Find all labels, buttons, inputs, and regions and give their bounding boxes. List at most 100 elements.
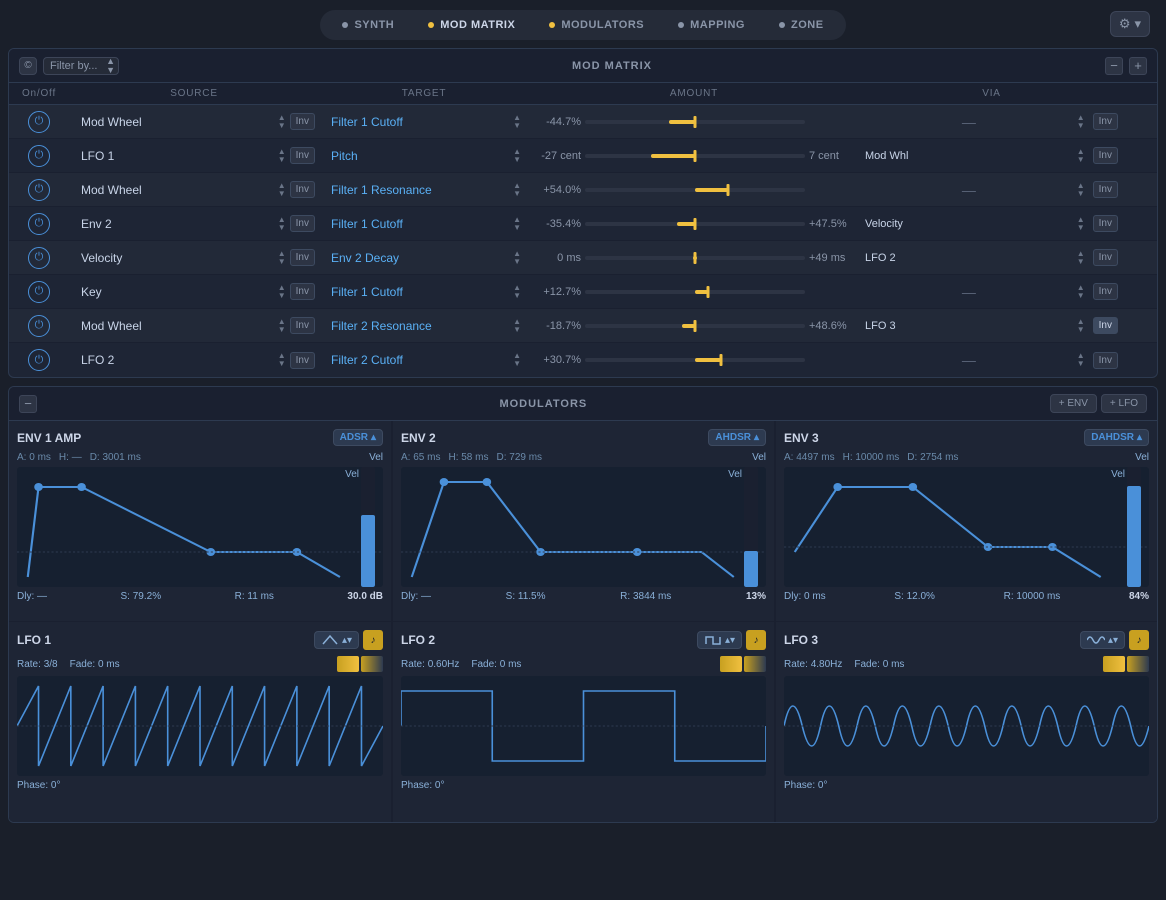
source-arrows-icon[interactable]: ▲▼ (278, 284, 286, 300)
power-button[interactable]: ⏻ (28, 213, 50, 235)
target-arrows-icon[interactable]: ▲▼ (513, 182, 521, 198)
via-arrows-icon[interactable]: ▲▼ (1077, 148, 1085, 164)
source-label: Mod Wheel (73, 319, 278, 333)
inv-source-button[interactable]: Inv (290, 113, 315, 130)
lfo1-fade-up-button[interactable] (337, 656, 359, 672)
target-arrows-icon[interactable]: ▲▼ (513, 284, 521, 300)
col-header-onoff: On/Off (9, 88, 69, 99)
lfo3-note-button[interactable]: ♪ (1129, 630, 1149, 650)
add-env-button[interactable]: + ENV (1050, 394, 1097, 413)
inv-via-button[interactable]: Inv (1093, 283, 1118, 300)
vel-label: Vel (728, 469, 742, 480)
source-arrows-icon[interactable]: ▲▼ (278, 148, 286, 164)
inv-source-button[interactable]: Inv (290, 147, 315, 164)
via-arrows-icon[interactable]: ▲▼ (1077, 284, 1085, 300)
source-arrows-icon[interactable]: ▲▼ (278, 114, 286, 130)
target-arrows-icon[interactable]: ▲▼ (513, 216, 521, 232)
lfo1-phase-label: Phase: 0° (17, 780, 60, 791)
inv-via-button[interactable]: Inv (1093, 147, 1118, 164)
target-arrows-icon[interactable]: ▲▼ (513, 250, 521, 266)
amount-slider[interactable] (585, 324, 805, 328)
env1-type-select[interactable]: ADSR ▴ (333, 429, 383, 446)
collapse-button[interactable]: − (1105, 57, 1123, 75)
env2-release-label: R: 3844 ms (620, 591, 671, 602)
lfo1-shape-select[interactable]: ▴▾ (314, 631, 359, 649)
env2-panel: ENV 2 AHDSR ▴ A: 65 ms H: 58 ms D: 729 m… (392, 421, 774, 621)
add-lfo-button[interactable]: + LFO (1101, 394, 1147, 413)
lfo3-fade-up-button[interactable] (1103, 656, 1125, 672)
env2-type-select[interactable]: AHDSR ▴ (708, 429, 766, 446)
lfo2-shape-select[interactable]: ▴▾ (697, 631, 742, 649)
via-arrows-icon[interactable]: ▲▼ (1077, 114, 1085, 130)
row-7-via: LFO 3 ▲▼ Inv (859, 317, 1124, 334)
tab-synth[interactable]: SYNTH (326, 14, 410, 36)
lfo2-fade-up-button[interactable] (720, 656, 742, 672)
lfo2-note-button[interactable]: ♪ (746, 630, 766, 650)
inv-via-button[interactable]: Inv (1093, 317, 1118, 334)
source-arrows-icon[interactable]: ▲▼ (278, 352, 286, 368)
power-button[interactable]: ⏻ (28, 281, 50, 303)
via-arrows-icon[interactable]: ▲▼ (1077, 250, 1085, 266)
inv-source-button[interactable]: Inv (290, 249, 315, 266)
lfo2-header: LFO 2 ▴▾ ♪ (401, 630, 766, 650)
gear-button[interactable]: ⚙ ▾ (1110, 11, 1150, 37)
env3-attack-label: A: 4497 ms (784, 452, 835, 463)
power-button[interactable]: ⏻ (28, 315, 50, 337)
via-arrows-icon[interactable]: ▲▼ (1077, 216, 1085, 232)
lfo1-note-button[interactable]: ♪ (363, 630, 383, 650)
lfo3-fade-down-button[interactable] (1127, 656, 1149, 672)
target-arrows-icon[interactable]: ▲▼ (513, 318, 521, 334)
via-arrows-icon[interactable]: ▲▼ (1077, 352, 1085, 368)
tab-zone[interactable]: ZONE (763, 14, 840, 36)
amount-slider[interactable] (585, 154, 805, 158)
inv-source-button[interactable]: Inv (290, 215, 315, 232)
env1-header: ENV 1 AMP ADSR ▴ (17, 429, 383, 446)
source-arrows-icon[interactable]: ▲▼ (278, 182, 286, 198)
inv-via-button[interactable]: Inv (1093, 181, 1118, 198)
power-button[interactable]: ⏻ (28, 247, 50, 269)
amount-slider[interactable] (585, 290, 805, 294)
filter-icon[interactable]: © (19, 57, 37, 75)
tab-mapping[interactable]: MAPPING (662, 14, 761, 36)
source-arrows-icon[interactable]: ▲▼ (278, 216, 286, 232)
via-arrows-icon[interactable]: ▲▼ (1077, 182, 1085, 198)
amount-slider[interactable] (585, 256, 805, 260)
lfo3-header: LFO 3 ▴▾ ♪ (784, 630, 1149, 650)
modulators-collapse-button[interactable]: − (19, 395, 37, 413)
amount-slider[interactable] (585, 120, 805, 124)
via-arrows-icon[interactable]: ▲▼ (1077, 318, 1085, 334)
source-arrows-icon[interactable]: ▲▼ (278, 318, 286, 334)
env1-vel-label: Vel (369, 452, 383, 463)
amount-slider[interactable] (585, 358, 805, 362)
inv-source-button[interactable]: Inv (290, 317, 315, 334)
amount-slider[interactable] (585, 222, 805, 226)
target-arrows-icon[interactable]: ▲▼ (513, 114, 521, 130)
inv-via-button[interactable]: Inv (1093, 113, 1118, 130)
inv-via-button[interactable]: Inv (1093, 215, 1118, 232)
lfo1-shape-arrows-icon: ▴▾ (342, 635, 352, 646)
lfo3-shape-select[interactable]: ▴▾ (1080, 631, 1125, 649)
target-arrows-icon[interactable]: ▲▼ (513, 148, 521, 164)
lfo1-fade-down-button[interactable] (361, 656, 383, 672)
lfo2-fade-down-button[interactable] (744, 656, 766, 672)
power-button[interactable]: ⏻ (28, 349, 50, 371)
table-row: ⏻ Key ▲▼ Inv Filter 1 Cutoff ▲▼ +12.7% — (9, 275, 1157, 309)
target-arrows-icon[interactable]: ▲▼ (513, 352, 521, 368)
amount-value: -35.4% (535, 218, 581, 230)
tab-modulators[interactable]: MODULATORS (533, 14, 660, 36)
power-button[interactable]: ⏻ (28, 145, 50, 167)
add-row-button[interactable]: + (1129, 57, 1147, 75)
inv-source-button[interactable]: Inv (290, 352, 315, 369)
amount-slider[interactable] (585, 188, 805, 192)
env1-footer: Dly: — S: 79.2% R: 11 ms 30.0 dB (17, 591, 383, 602)
tab-mod-matrix[interactable]: MOD MATRIX (412, 14, 531, 36)
inv-source-button[interactable]: Inv (290, 181, 315, 198)
inv-source-button[interactable]: Inv (290, 283, 315, 300)
inv-via-button[interactable]: Inv (1093, 249, 1118, 266)
lfo3-fade-buttons (1103, 656, 1149, 672)
env3-type-select[interactable]: DAHDSR ▴ (1084, 429, 1149, 446)
source-arrows-icon[interactable]: ▲▼ (278, 250, 286, 266)
power-button[interactable]: ⏻ (28, 111, 50, 133)
inv-via-button[interactable]: Inv (1093, 352, 1118, 369)
power-button[interactable]: ⏻ (28, 179, 50, 201)
